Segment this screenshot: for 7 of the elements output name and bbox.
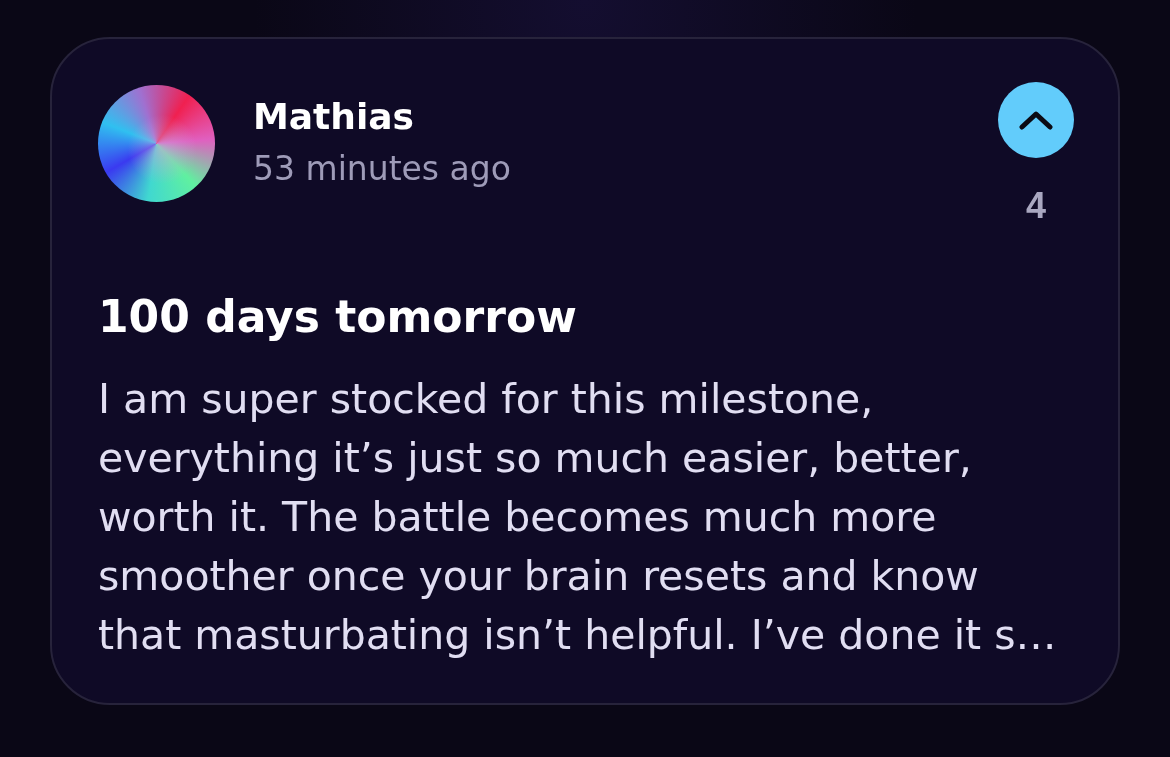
chevron-up-icon <box>1019 110 1053 130</box>
upvote-count: 4 <box>1026 184 1046 228</box>
post-title: 100 days tomorrow <box>98 290 578 344</box>
post-body: I am super stocked for this milestone, everything it’s just so much easier, better, worth it. The battle becomes much more smoother once your brain resets and know that masturbating isn’t helpful. I’ve done it s… <box>98 374 1058 661</box>
post-card[interactable] <box>50 37 1120 705</box>
post-time: 53 minutes ago <box>253 148 511 190</box>
author-name: Mathias <box>253 95 415 139</box>
